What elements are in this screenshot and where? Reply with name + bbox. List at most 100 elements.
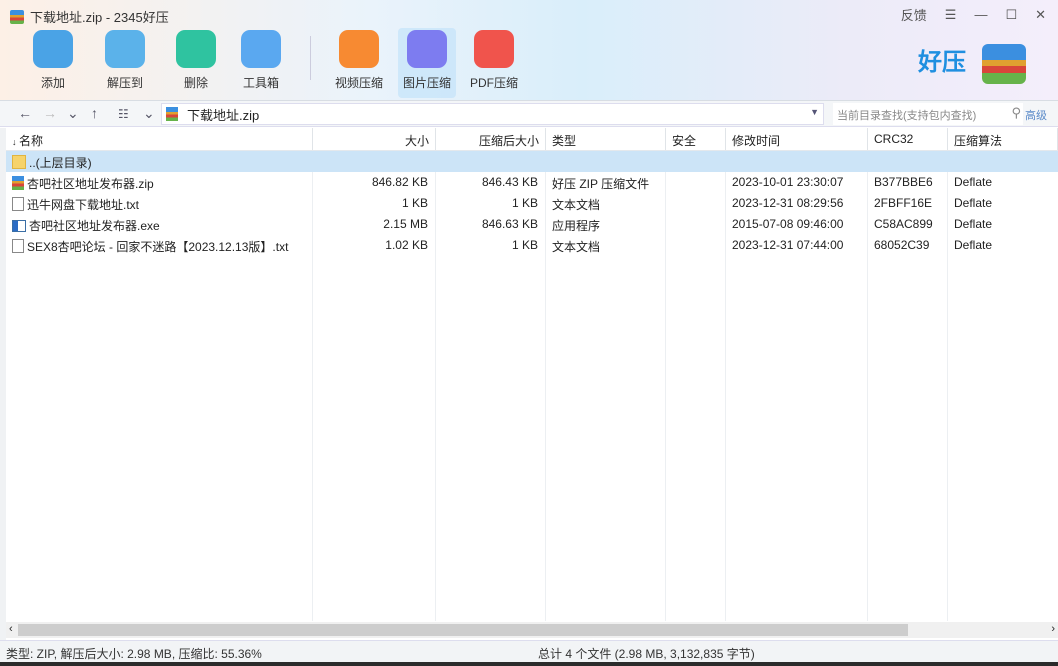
cell-type: 好压 ZIP 压缩文件 xyxy=(552,177,650,191)
toolbar-icon xyxy=(241,30,281,68)
scroll-left-icon[interactable]: ‹ xyxy=(9,623,13,635)
folder-file-icon xyxy=(12,155,26,169)
cell: Deflate xyxy=(954,196,992,210)
table-row[interactable]: SEX8杏吧论坛 - 回家不迷路【2023.12.13版】.txt 1.02 KB… xyxy=(6,235,1058,256)
toolbar-icon xyxy=(474,30,514,68)
horizontal-scrollbar[interactable]: ‹ › xyxy=(6,622,1058,638)
toolbar-label: 删除 xyxy=(183,76,208,90)
feedback-button[interactable]: 反馈 xyxy=(901,5,927,24)
column-header-5[interactable]: 修改时间 xyxy=(726,128,868,150)
toolbar-icon xyxy=(176,30,216,68)
toolbar-button-4[interactable]: 视频压缩 xyxy=(330,30,388,91)
close-button[interactable]: ✕ xyxy=(1035,7,1046,23)
cell: Deflate xyxy=(954,175,992,189)
toolbar-button-5[interactable]: 图片压缩 xyxy=(398,28,456,98)
toolbar-button-3[interactable]: 工具箱 xyxy=(232,30,290,91)
cell-mtime: 2023-12-31 07:44:00 xyxy=(732,238,844,252)
cell-packed: 846.43 KB xyxy=(481,175,538,189)
cell-size: 846.82 KB xyxy=(371,175,428,189)
cell-name: ..(上层目录) xyxy=(29,156,92,170)
minimize-button[interactable]: — xyxy=(974,7,987,22)
cell: Deflate xyxy=(954,238,992,252)
scrollbar-thumb[interactable] xyxy=(18,624,908,636)
cell: 2FBFF16E xyxy=(874,196,932,210)
table-row[interactable]: ..(上层目录) xyxy=(6,151,1058,172)
zip-file-icon xyxy=(12,176,24,190)
toolbar-label: 图片压缩 xyxy=(402,76,451,90)
cell: 应用程序 xyxy=(552,217,600,234)
cell: 2023-12-31 08:29:56 xyxy=(732,196,843,210)
toolbar-label: 解压到 xyxy=(106,76,143,90)
cell-mtime: 2015-07-08 09:46:00 xyxy=(732,217,844,231)
status-archive-info: 类型: ZIP, 解压后大小: 2.98 MB, 压缩比: 55.36% xyxy=(6,647,262,661)
cell: 1.02 KB xyxy=(313,238,428,252)
cell-packed: 1 KB xyxy=(511,238,538,252)
view-mode-icon[interactable]: ☷ xyxy=(118,107,129,121)
column-header-4[interactable]: 安全 xyxy=(666,128,726,150)
cell: 杏吧社区地址发布器.exe xyxy=(12,217,160,234)
app-window: 下载地址.zip - 2345好压 反馈 ☰ — ☐ ✕ 添加 解压到 删除 工具箱 视… xyxy=(0,0,1058,662)
search-input[interactable]: 当前目录查找(支持包内查找) ⚲ xyxy=(833,103,1023,125)
cell-name: SEX8杏吧论坛 - 回家不迷路【2023.12.13版】.txt xyxy=(27,240,289,254)
cell: B377BBE6 xyxy=(874,175,933,189)
toolbar-button-6[interactable]: PDF压缩 xyxy=(465,30,523,91)
cell-packed: 846.63 KB xyxy=(481,217,538,231)
back-button[interactable]: ← xyxy=(18,105,32,121)
address-bar[interactable]: 下载地址.zip ▼ xyxy=(161,103,824,125)
column-header: ↓ 名称 大小 压缩后大小 类型 安全 修改时间 CRC32 压缩算法 xyxy=(6,128,1058,151)
cell: 2023-12-31 07:44:00 xyxy=(732,238,843,252)
brand-logo: 好压 xyxy=(918,49,966,76)
column-header-1[interactable]: 大小 xyxy=(313,128,436,150)
view-mode-dropdown-icon[interactable]: ⌄ xyxy=(143,105,155,122)
toolbar-label: 添加 xyxy=(40,76,65,90)
cell-crc: B377BBE6 xyxy=(874,175,933,189)
status-bar: 类型: ZIP, 解压后大小: 2.98 MB, 压缩比: 55.36% 总计 … xyxy=(0,640,1058,662)
cell: 846.63 KB xyxy=(436,217,538,231)
scroll-right-icon[interactable]: › xyxy=(1051,623,1055,635)
column-label: 类型 xyxy=(552,134,577,148)
forward-button[interactable]: → xyxy=(43,105,57,121)
column-header-2[interactable]: 压缩后大小 xyxy=(436,128,546,150)
cell: 2023-10-01 23:30:07 xyxy=(732,175,843,189)
advanced-search-link[interactable]: 高级 xyxy=(1025,107,1047,123)
cell: ..(上层目录) xyxy=(12,154,92,171)
table-row[interactable]: 杏吧社区地址发布器.exe 2.15 MB 846.63 KB 应用程序 2015-07… xyxy=(6,214,1058,235)
maximize-button[interactable]: ☐ xyxy=(1005,7,1017,23)
cell: Deflate xyxy=(954,217,992,231)
toolbar-button-0[interactable]: 添加 xyxy=(24,30,82,91)
toolbar-icon xyxy=(105,30,145,68)
toolbar-button-1[interactable]: 解压到 xyxy=(96,30,154,91)
toolbar-separator xyxy=(310,36,311,80)
history-dropdown-icon[interactable]: ⌄ xyxy=(67,105,79,122)
cell: 1 KB xyxy=(313,196,428,210)
cell: C58AC899 xyxy=(874,217,933,231)
cell-crc: 68052C39 xyxy=(874,238,930,252)
cell-type: 文本文档 xyxy=(552,240,601,254)
column-header-6[interactable]: CRC32 xyxy=(868,128,948,150)
search-icon[interactable]: ⚲ xyxy=(1011,105,1021,121)
menu-icon[interactable]: ☰ xyxy=(945,7,957,23)
cell: 2.15 MB xyxy=(313,217,428,231)
navigation-bar: ← → ⌄ ↑ ☷ ⌄ 下载地址.zip ▼ 当前目录查找(支持包内查找) ⚲ 高… xyxy=(0,101,1058,127)
table-row[interactable]: 迅牛网盘下载地址.txt 1 KB 1 KB 文本文档 2023-12-31 08:29… xyxy=(6,193,1058,214)
address-dropdown-icon[interactable]: ▼ xyxy=(810,107,819,117)
address-path: 下载地址.zip xyxy=(187,107,260,123)
table-row[interactable]: 杏吧社区地址发布器.zip 846.82 KB 846.43 KB 好压 ZIP 压缩… xyxy=(6,172,1058,193)
column-label: 安全 xyxy=(672,134,697,148)
sort-icon: ↓ xyxy=(12,137,20,147)
search-placeholder: 当前目录查找(支持包内查找) xyxy=(837,110,977,122)
column-label: 名称 xyxy=(19,134,44,148)
file-list: ..(上层目录) 杏吧社区地址发布器.zip 846.82 KB 846.43 KB 好… xyxy=(6,151,1058,621)
cell: 杏吧社区地址发布器.zip xyxy=(12,175,154,192)
toolbar-icon xyxy=(33,30,73,68)
column-header-0[interactable]: ↓ 名称 xyxy=(6,128,313,150)
cell-type: 文本文档 xyxy=(552,198,601,212)
toolbar-button-2[interactable]: 删除 xyxy=(167,30,225,91)
cell: 68052C39 xyxy=(874,238,929,252)
status-total: 总计 4 个文件 (2.98 MB, 3,132,835 字节) xyxy=(538,647,755,661)
column-header-7[interactable]: 压缩算法 xyxy=(948,128,1058,150)
up-folder-button[interactable]: ↑ xyxy=(91,105,98,121)
column-label: 修改时间 xyxy=(732,134,781,148)
column-label: CRC32 xyxy=(874,132,914,146)
column-header-3[interactable]: 类型 xyxy=(546,128,666,150)
